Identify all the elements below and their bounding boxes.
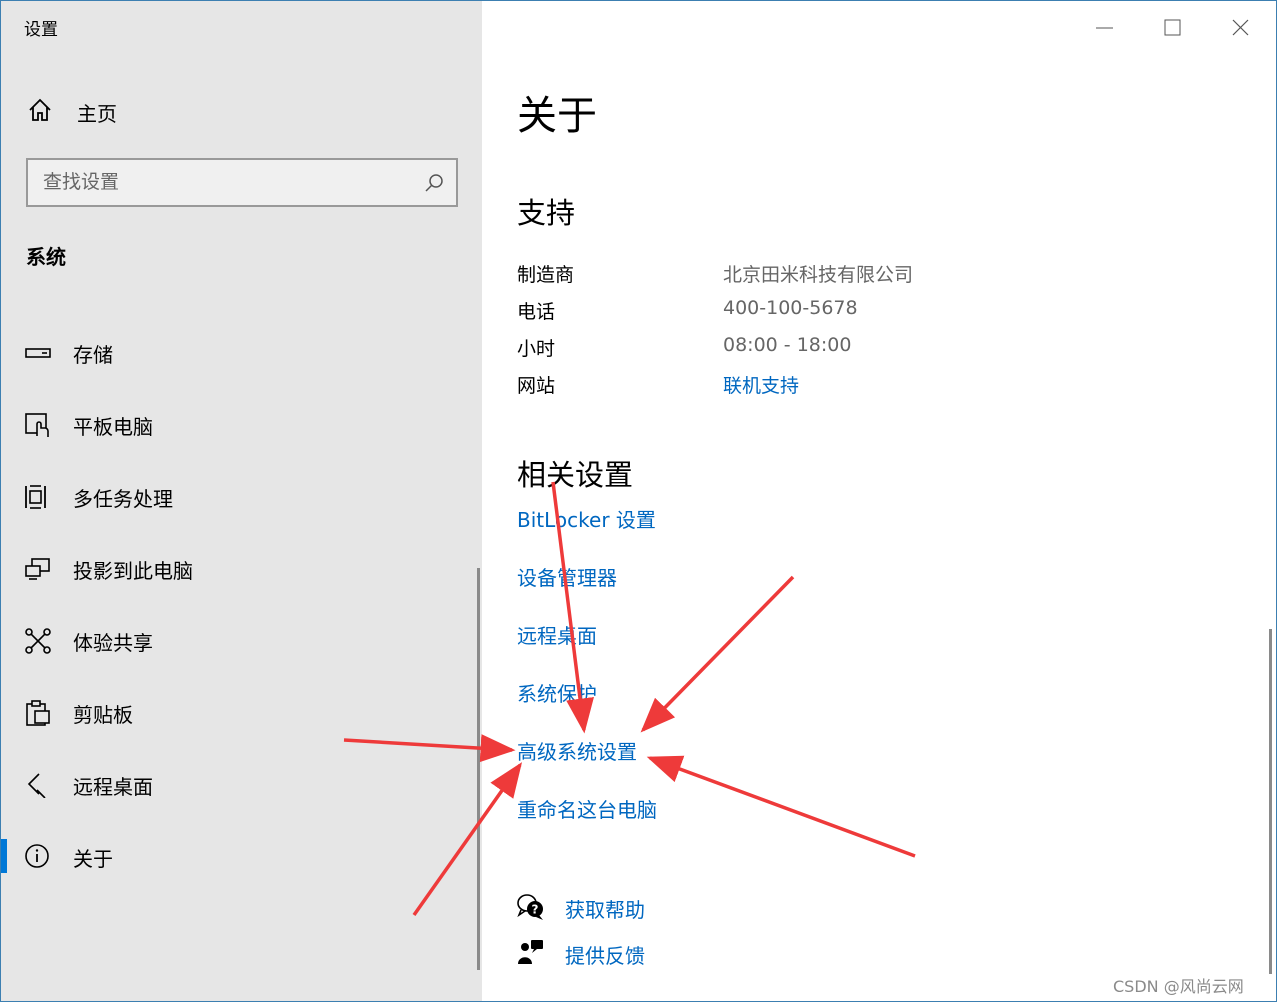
related-settings-heading: 相关设置 [517, 458, 634, 492]
get-help-icon: ? [517, 893, 545, 925]
rename-pc-link[interactable]: 重命名这台电脑 [517, 794, 657, 823]
sidebar-item-shared-experiences[interactable]: 体验共享 [1, 617, 482, 663]
manufacturer-label: 制造商 [517, 264, 575, 286]
phone-label: 电话 [517, 301, 556, 323]
sidebar-scrollbar[interactable] [477, 568, 480, 970]
search-input[interactable] [43, 168, 413, 196]
minimize-icon [1090, 27, 1120, 47]
info-icon [25, 844, 51, 870]
sidebar-item-label: 平板电脑 [73, 415, 153, 439]
sidebar-item-label: 多任务处理 [73, 487, 173, 511]
remote-desktop-icon [25, 772, 51, 799]
home-label: 主页 [77, 101, 117, 126]
sidebar-item-multitasking[interactable]: 多任务处理 [1, 473, 482, 519]
support-heading: 支持 [517, 196, 576, 230]
watermark: CSDN @风尚云网 [1113, 977, 1244, 996]
website-label: 网站 [517, 375, 556, 397]
sidebar-item-storage[interactable]: 存储 [1, 329, 482, 375]
storage-icon [25, 340, 51, 366]
sidebar-item-label: 存储 [73, 343, 113, 367]
close-icon [1226, 19, 1256, 47]
sidebar-item-remote-desktop[interactable]: 远程桌面 [1, 761, 482, 807]
app-title: 设置 [24, 20, 58, 40]
sidebar-item-label: 体验共享 [73, 631, 153, 655]
sidebar-item-label: 远程桌面 [73, 775, 153, 799]
advanced-system-settings-link[interactable]: 高级系统设置 [517, 736, 637, 765]
remote-desktop-link[interactable]: 远程桌面 [517, 620, 597, 649]
hours-label: 小时 [517, 338, 556, 360]
tablet-icon [25, 412, 51, 438]
device-manager-link[interactable]: 设备管理器 [517, 562, 617, 591]
sidebar: 设置 主页 系统 存储 平板电脑 [1, 1, 482, 1001]
feedback-label: 提供反馈 [565, 944, 645, 968]
home-icon [27, 97, 53, 127]
page-title: 关于 [517, 93, 597, 139]
system-protection-link[interactable]: 系统保护 [517, 678, 597, 707]
multitasking-icon [25, 484, 51, 510]
sidebar-item-label: 剪贴板 [73, 703, 133, 727]
minimize-button[interactable] [1090, 13, 1120, 43]
hours-value: 08:00 - 18:00 [723, 334, 852, 356]
phone-value: 400-100-5678 [723, 297, 858, 319]
settings-window: 设置 主页 系统 存储 平板电脑 [0, 0, 1277, 1002]
search-icon[interactable] [423, 172, 445, 198]
close-button[interactable] [1226, 13, 1256, 43]
sidebar-item-project[interactable]: 投影到此电脑 [1, 545, 482, 591]
main-scrollbar[interactable] [1269, 629, 1272, 974]
active-indicator [1, 839, 7, 873]
maximize-icon [1158, 19, 1188, 47]
bitlocker-settings-link[interactable]: BitLocker 设置 [517, 504, 656, 533]
feedback-icon [517, 939, 545, 971]
sidebar-item-about[interactable]: 关于 [1, 833, 482, 879]
clipboard-icon [25, 700, 51, 726]
online-support-link[interactable]: 联机支持 [723, 371, 799, 398]
manufacturer-value: 北京田米科技有限公司 [723, 264, 914, 286]
sidebar-item-tablet[interactable]: 平板电脑 [1, 401, 482, 447]
sidebar-item-clipboard[interactable]: 剪贴板 [1, 689, 482, 735]
get-help-label: 获取帮助 [565, 898, 645, 922]
section-title-system: 系统 [26, 245, 66, 269]
project-icon [25, 556, 51, 582]
shared-experiences-icon [25, 628, 51, 654]
svg-text:?: ? [532, 903, 539, 917]
home-button[interactable]: 主页 [27, 96, 117, 128]
search-box[interactable] [26, 158, 458, 207]
sidebar-item-label: 投影到此电脑 [73, 559, 193, 583]
sidebar-item-label: 关于 [73, 847, 113, 871]
maximize-button[interactable] [1158, 13, 1188, 43]
